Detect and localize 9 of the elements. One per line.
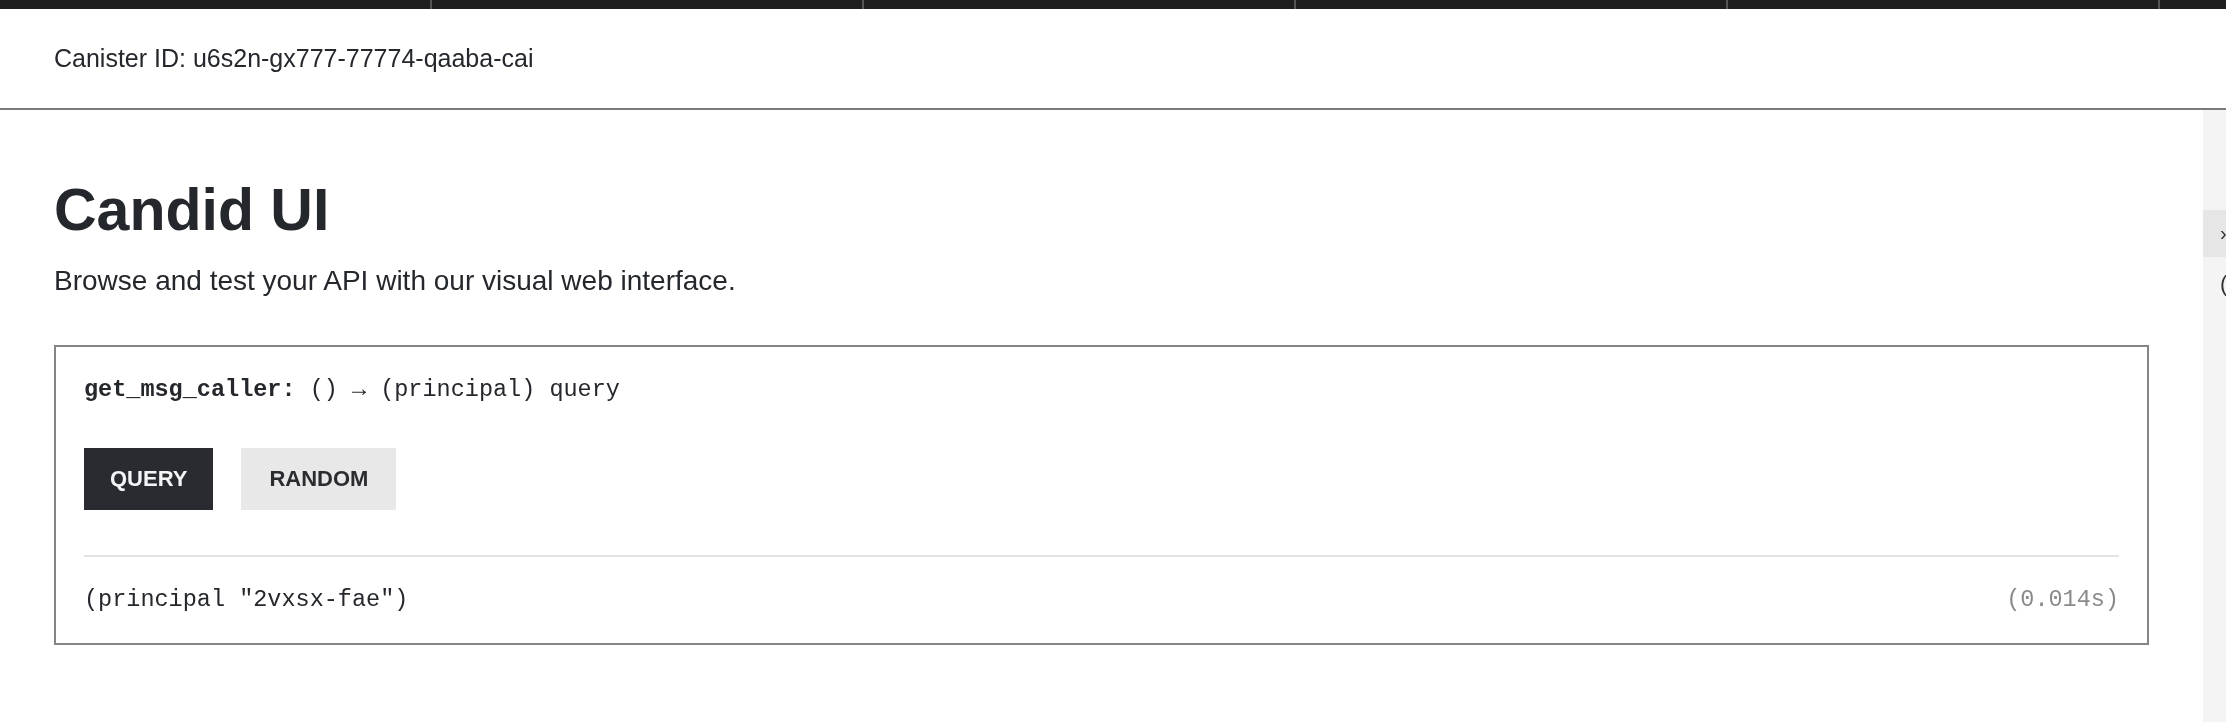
duration-text: (0.014s)	[2006, 586, 2119, 614]
result-text: (principal "2vxsx-fae")	[84, 586, 409, 614]
page-title: Candid UI	[54, 176, 331, 245]
query-button[interactable]: QUERY	[84, 448, 214, 510]
panel-toggle-button[interactable]: ›	[2203, 210, 2226, 257]
page-subtitle: Browse and test your API with our visual web interface.	[54, 264, 737, 298]
method-signature: get_msg_caller: () → (principal) query	[84, 376, 621, 404]
canister-id: Canister ID: u6s2n-gx777-77774-qaaba-cai	[54, 44, 534, 73]
random-button[interactable]: RANDOM	[241, 448, 397, 510]
